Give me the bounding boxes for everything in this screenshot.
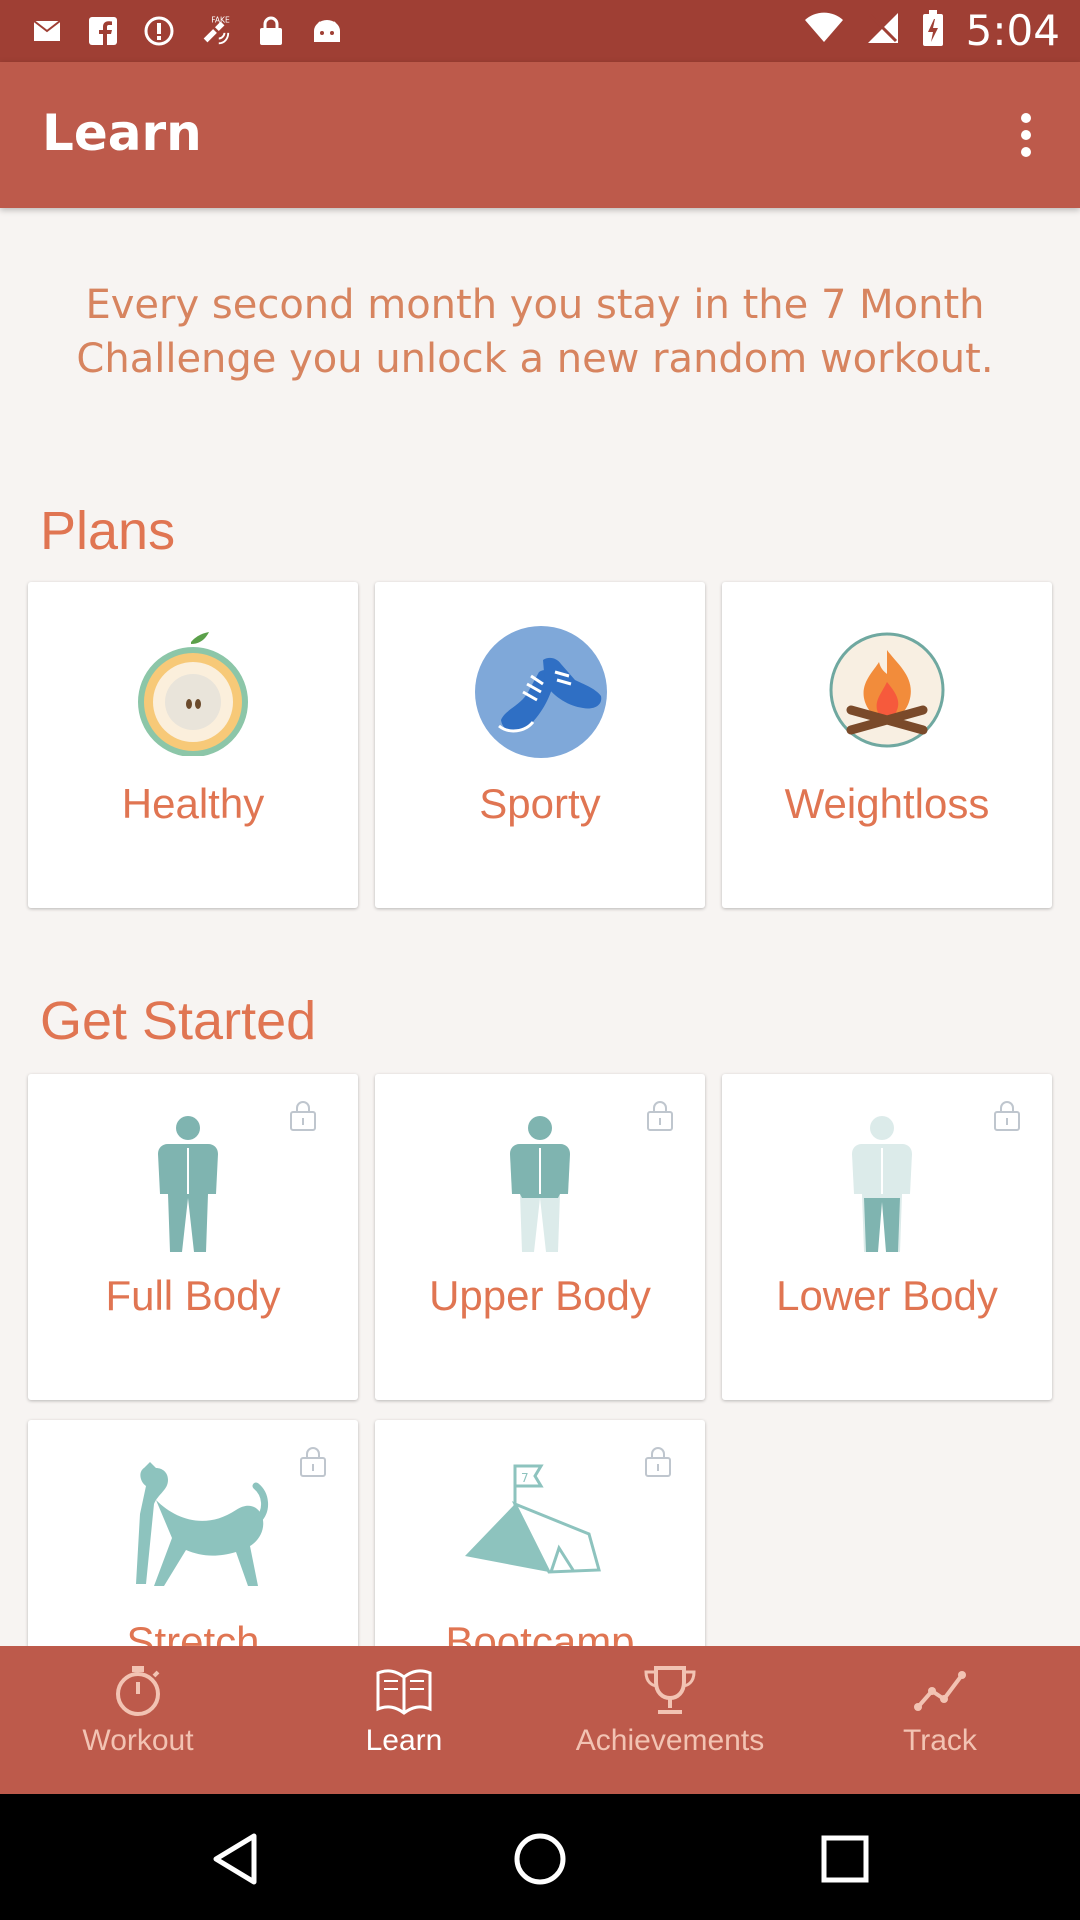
back-button[interactable]: [200, 1824, 270, 1894]
plan-card-weightloss[interactable]: Weightloss: [722, 582, 1052, 908]
mail-icon: [30, 14, 64, 48]
plan-label: Healthy: [121, 780, 265, 827]
workout-card-full-body[interactable]: Full Body: [28, 1074, 358, 1400]
nav-label: Track: [903, 1724, 977, 1757]
system-navigation-bar: [0, 1794, 1080, 1920]
apple-icon: [133, 632, 253, 760]
battery-charging-icon: [922, 9, 944, 51]
svg-text:7: 7: [521, 1471, 529, 1485]
workout-card-bootcamp[interactable]: 7 Bootcamp: [375, 1420, 705, 1646]
nav-workout[interactable]: Workout: [58, 1646, 218, 1794]
body-upper-icon: [490, 1114, 590, 1258]
workout-label: Full Body: [105, 1272, 281, 1319]
app-bar: Learn: [0, 62, 1080, 208]
status-bar: FAKE 5:04: [0, 0, 1080, 62]
workout-card-lower-body[interactable]: Lower Body: [722, 1074, 1052, 1400]
plan-label: Sporty: [479, 780, 601, 827]
lock-icon: [288, 1098, 318, 1132]
plan-label: Weightloss: [784, 780, 990, 827]
status-time: 5:04: [965, 5, 1060, 55]
android-icon: [310, 14, 344, 48]
workout-label: Bootcamp: [445, 1618, 635, 1646]
learn-content[interactable]: Every second month you stay in the 7 Mon…: [0, 208, 1080, 1646]
tent-icon: 7: [455, 1460, 605, 1594]
workout-label: Upper Body: [429, 1272, 651, 1319]
get-started-heading: Get Started: [40, 991, 317, 1051]
back-icon: [213, 1833, 257, 1885]
wifi-icon: [804, 12, 844, 48]
status-bar-notifications: FAKE: [30, 10, 344, 52]
chart-line-icon: [910, 1662, 970, 1718]
body-lower-icon: [832, 1114, 932, 1258]
svg-text:FAKE: FAKE: [211, 16, 230, 25]
page-title: Learn: [42, 104, 202, 162]
home-button[interactable]: [505, 1824, 575, 1894]
lock-icon: [643, 1444, 673, 1478]
nav-track[interactable]: Track: [880, 1646, 1000, 1794]
workout-label: Stretch: [126, 1618, 260, 1646]
nav-label: Achievements: [575, 1724, 765, 1757]
book-icon: [374, 1662, 434, 1718]
recents-icon: [821, 1835, 869, 1883]
facebook-icon: [86, 14, 120, 48]
plan-card-sporty[interactable]: Sporty: [375, 582, 705, 908]
info-icon: [142, 14, 176, 48]
empty-textview: [18, 384, 1068, 559]
lock-icon: [298, 1444, 328, 1478]
lock-icon: [254, 14, 288, 48]
overflow-menu-button[interactable]: [972, 72, 1080, 198]
more-vert-icon: [1021, 113, 1031, 157]
plans-heading: Plans: [40, 501, 176, 561]
sneakers-icon: [471, 622, 611, 762]
nav-achievements[interactable]: Achievements: [548, 1646, 792, 1794]
stopwatch-icon: [108, 1662, 168, 1718]
status-bar-system: 5:04: [804, 5, 1060, 55]
workout-card-stretch[interactable]: Stretch: [28, 1420, 358, 1646]
lock-icon: [992, 1098, 1022, 1132]
nav-learn[interactable]: Learn: [324, 1646, 484, 1794]
trophy-icon: [640, 1662, 700, 1718]
fake-gps-icon: FAKE: [198, 14, 232, 48]
bottom-navigation: Workout Learn Achievements Track: [0, 1646, 1080, 1794]
home-icon: [514, 1833, 566, 1885]
recents-button[interactable]: [810, 1824, 880, 1894]
plan-card-healthy[interactable]: Healthy: [28, 582, 358, 908]
nav-label: Learn: [365, 1724, 443, 1757]
workout-card-upper-body[interactable]: Upper Body: [375, 1074, 705, 1400]
intro-text: Every second month you stay in the 7 Mon…: [76, 282, 994, 382]
cat-stretch-icon: [118, 1450, 278, 1604]
workout-label: Lower Body: [776, 1272, 998, 1319]
body-full-icon: [138, 1114, 238, 1258]
signal-off-icon: [866, 11, 900, 49]
campfire-icon: [817, 632, 957, 760]
lock-icon: [645, 1098, 675, 1132]
nav-label: Workout: [82, 1724, 194, 1757]
